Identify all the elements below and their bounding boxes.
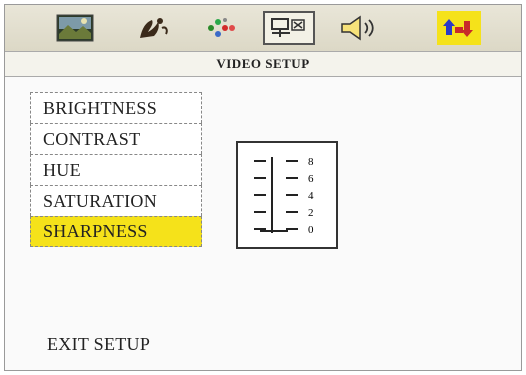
menu-item-brightness[interactable]: BRIGHTNESS — [30, 92, 202, 123]
scale-label: 8 — [308, 156, 314, 168]
audio-setup-icon[interactable] — [335, 11, 383, 45]
video-setup-menu: BRIGHTNESS CONTRAST HUE SATURATION SHARP… — [30, 92, 202, 247]
menu-item-label: SHARPNESS — [43, 221, 148, 241]
preference-icon[interactable] — [437, 11, 481, 45]
page-title: VIDEO SETUP — [5, 51, 521, 77]
menu-item-label: HUE — [43, 159, 81, 180]
menu-item-hue[interactable]: HUE — [30, 154, 202, 185]
scale-label: 0 — [308, 224, 314, 236]
exit-setup-label: EXIT SETUP — [47, 334, 151, 354]
sharpness-slider[interactable]: 8 6 4 2 0 — [236, 141, 338, 249]
menu-item-sharpness[interactable]: SHARPNESS — [30, 216, 202, 247]
menu-item-label: SATURATION — [43, 190, 158, 211]
scale-label: 2 — [308, 207, 314, 219]
menu-item-saturation[interactable]: SATURATION — [30, 185, 202, 216]
general-setup-icon[interactable] — [53, 11, 97, 45]
scale-label: 4 — [308, 190, 314, 202]
exit-setup-button[interactable]: EXIT SETUP — [47, 334, 150, 355]
page-title-text: VIDEO SETUP — [216, 56, 310, 71]
video-setup-icon[interactable] — [263, 11, 315, 45]
speaker-setup-icon[interactable] — [133, 11, 173, 45]
menu-item-contrast[interactable]: CONTRAST — [30, 123, 202, 154]
scale-label: 6 — [308, 173, 314, 185]
menu-item-label: CONTRAST — [43, 128, 141, 149]
dolby-digital-icon[interactable] — [200, 11, 244, 45]
setup-toolbar — [5, 5, 521, 51]
menu-item-label: BRIGHTNESS — [43, 97, 158, 118]
slider-scale: 8 6 4 2 0 — [254, 156, 314, 236]
